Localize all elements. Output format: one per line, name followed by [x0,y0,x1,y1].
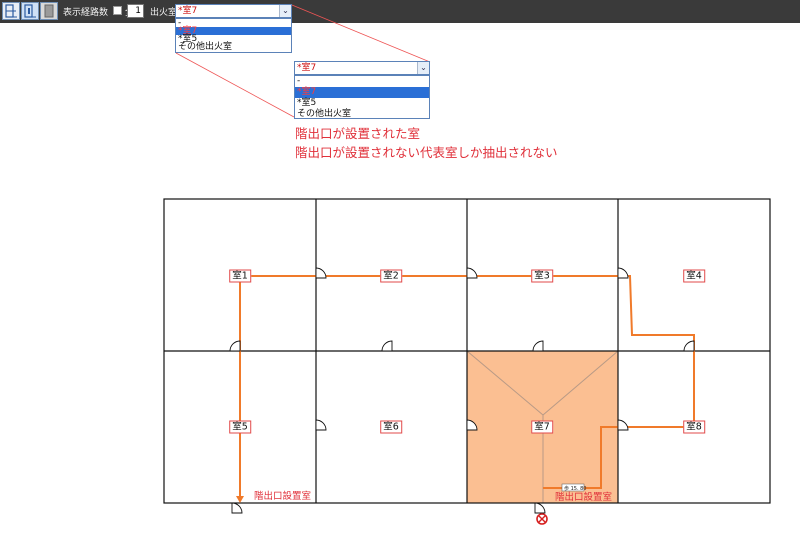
dropdown-option: - [297,76,301,86]
room-label[interactable]: 室1 [229,269,251,283]
callout-line [175,52,295,118]
room-label[interactable]: 室3 [531,269,553,283]
annotation-line-1: 階出口が設置された室 [295,126,421,141]
room-label[interactable]: 室5 [229,420,251,434]
chevron-down-icon: ⌄ [417,62,429,74]
building-walls [163,198,771,504]
room-label[interactable]: 室2 [380,269,402,283]
fire-room-select-zoom-value: *室7 [297,63,317,73]
dropdown-option-selected: *室7 [295,87,429,98]
exit-room-label: 階出口設置室 [555,492,613,503]
annotation-line-2: 階出口が設置されない代表室しか抽出されない [295,145,558,160]
room-label[interactable]: 室7 [531,420,553,434]
room-label[interactable]: 室6 [380,420,402,434]
exit-marker-icon [536,513,548,525]
fire-room-select-zoom: *室7 ⌄ [294,61,430,75]
exit-room-label: 階出口設置室 [254,491,312,502]
room-label[interactable]: 室8 [683,420,705,434]
callout-line [291,4,431,63]
dropdown-option: その他出火室 [297,109,352,119]
fire-room-dropdown-list-zoom: - *室7 *室5 その他出火室 [294,75,430,119]
dropdown-option: *室5 [297,98,317,108]
room-label[interactable]: 室4 [683,269,705,283]
route-arrow [236,496,244,503]
doors [229,267,695,514]
